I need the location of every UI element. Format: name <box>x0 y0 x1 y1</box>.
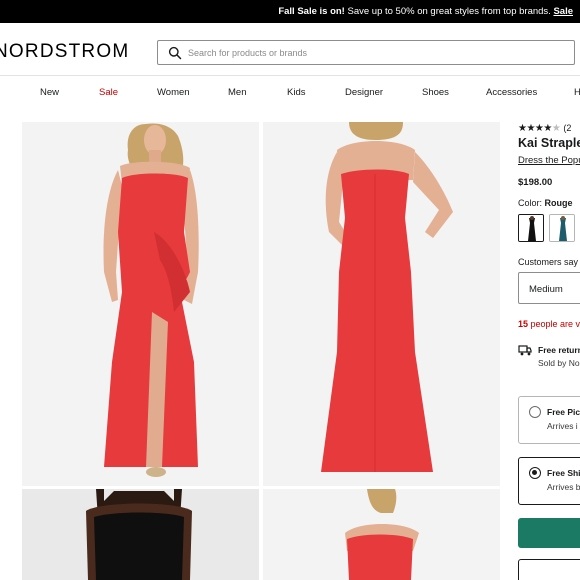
header-divider <box>0 75 580 76</box>
promo-sale-link[interactable]: Sale <box>553 6 573 17</box>
product-price: $198.00 <box>518 177 553 188</box>
product-image-back[interactable] <box>263 122 500 486</box>
viewing-count: 15 <box>518 319 529 329</box>
returns-title: Free return <box>538 345 580 355</box>
color-swatch-black[interactable] <box>518 214 544 242</box>
nav-item-accessories[interactable]: Accessories <box>486 87 537 98</box>
nav-item-shoes[interactable]: Shoes <box>422 87 449 98</box>
search-input[interactable] <box>188 45 558 61</box>
product-image-black[interactable] <box>22 489 259 580</box>
customers-say-label: Customers say t <box>518 257 580 267</box>
product-image-side[interactable] <box>263 489 500 580</box>
secondary-action-button[interactable] <box>518 559 580 580</box>
star-icon: ★★★★ <box>518 123 552 134</box>
fit-summary-box[interactable]: Medium <box>518 272 580 304</box>
nordstrom-logo[interactable]: NORDSTROM <box>0 41 129 63</box>
pickup-title: Free Pick <box>547 407 580 417</box>
star-empty-icon: ★ <box>551 123 561 134</box>
nav-item-new[interactable]: New <box>40 87 59 98</box>
nav-item-designer[interactable]: Designer <box>345 87 383 98</box>
rating-stars[interactable]: ★★★★★ (2 <box>518 123 571 134</box>
returns-truck-icon <box>518 345 532 356</box>
color-label-text: Color: <box>518 198 545 208</box>
returns-subtitle: Sold by No <box>538 358 580 368</box>
color-value: Rouge <box>544 198 573 208</box>
shipping-subtitle: Arrives b <box>547 482 580 492</box>
main-nav: New Sale Women Men Kids Designer Shoes A… <box>0 87 580 101</box>
delivery-option-shipping[interactable]: Free Ship Arrives b <box>518 457 580 505</box>
brand-link[interactable]: Dress the Popu <box>518 155 580 166</box>
product-image-front[interactable] <box>22 122 259 486</box>
nav-item-home[interactable]: H <box>574 87 580 98</box>
nav-item-kids[interactable]: Kids <box>287 87 305 98</box>
pickup-subtitle: Arrives i <box>547 421 578 431</box>
shipping-title: Free Ship <box>547 468 580 478</box>
promo-banner: Fall Sale is on! Save up to 50% on great… <box>0 0 580 23</box>
search-bar[interactable] <box>157 40 575 65</box>
promo-message: Save up to 50% on great styles from top … <box>344 6 554 17</box>
viewing-text: people are vie <box>530 319 580 329</box>
add-to-bag-button[interactable] <box>518 518 580 548</box>
delivery-option-pickup[interactable]: Free Pick Arrives i <box>518 396 580 444</box>
pickup-radio[interactable] <box>529 406 541 418</box>
viewing-count-notice: 15 people are vie <box>518 319 580 329</box>
nav-item-men[interactable]: Men <box>228 87 246 98</box>
product-title: Kai Strapless <box>518 136 580 150</box>
shipping-radio[interactable] <box>529 467 541 479</box>
promo-headline: Fall Sale is on! <box>278 6 345 17</box>
nav-item-women[interactable]: Women <box>157 87 190 98</box>
review-count[interactable]: (2 <box>563 123 571 133</box>
nav-item-sale[interactable]: Sale <box>99 87 118 98</box>
search-icon[interactable] <box>168 46 182 60</box>
color-swatch-teal[interactable] <box>549 214 575 242</box>
fit-summary-value: Medium <box>529 284 563 295</box>
color-label: Color: Rouge <box>518 198 573 208</box>
